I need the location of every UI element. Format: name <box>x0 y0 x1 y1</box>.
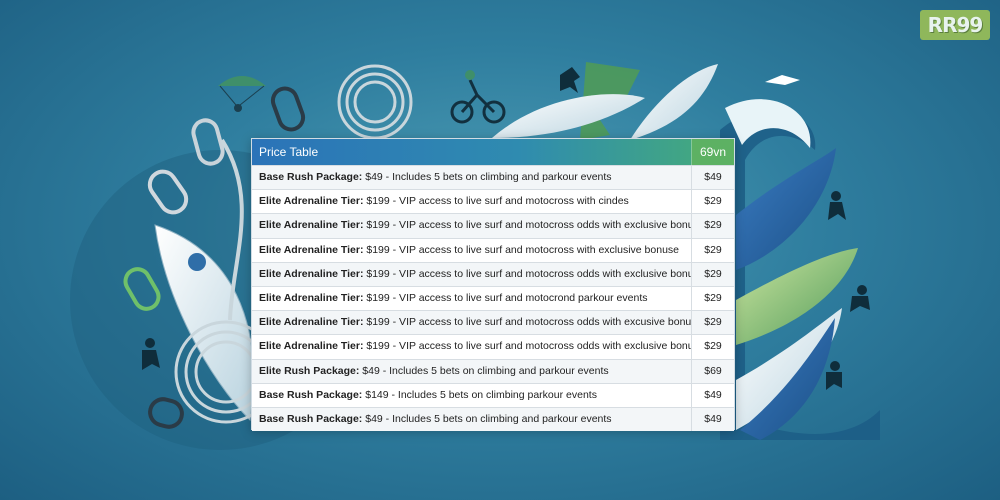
package-name: Elite Adrenaline Tier: <box>259 316 364 329</box>
package-description: Elite Adrenaline Tier: $199 - VIP access… <box>252 190 691 213</box>
surfboard-logo-icon <box>188 253 206 271</box>
brand-logo[interactable]: RR99 <box>920 10 990 40</box>
package-details: $199 - VIP access to live surf and motoc… <box>363 316 691 329</box>
table-row: Elite Adrenaline Tier: $199 - VIP access… <box>252 237 734 262</box>
package-details: $199 - VIP access to live surf and motoc… <box>363 267 691 280</box>
package-price: $29 <box>691 238 734 262</box>
package-details: $49 - Includes 5 bets on climbing and pa… <box>362 171 612 183</box>
table-row: Elite Adrenaline Tier: $199 - VIP access… <box>252 261 734 286</box>
package-description: Base Rush Package: $149 - Includes 5 bet… <box>252 384 691 407</box>
package-name: Elite Adrenaline Tier: <box>259 243 364 256</box>
package-description: Elite Adrenaline Tier: $199 - VIP access… <box>252 263 691 286</box>
surfboard-icon <box>492 94 645 138</box>
package-price: $49 <box>691 166 734 190</box>
package-price: $49 <box>691 383 734 407</box>
table-row: Elite Adrenaline Tier: $199 - VIP access… <box>252 310 734 335</box>
table-header: Price Table 69vn <box>252 139 734 165</box>
package-details: $199 - VIP access to live surf and motoc… <box>363 291 648 304</box>
package-description: Base Rush Package: $49 - Includes 5 bets… <box>252 408 691 431</box>
package-price: $29 <box>691 311 734 335</box>
package-details: $199 - VIP access to live surf and motoc… <box>363 243 679 256</box>
skydiver-icon <box>560 67 580 93</box>
package-description: Elite Adrenaline Tier: $199 - VIP access… <box>252 287 691 310</box>
package-price: $29 <box>691 335 734 359</box>
package-description: Elite Adrenaline Tier: $199 - VIP access… <box>252 214 691 237</box>
package-name: Elite Adrenaline Tier: <box>259 195 364 208</box>
cyclist-icon <box>450 70 506 124</box>
package-name: Base Rush Package: <box>259 171 363 183</box>
package-name: Elite Adrenaline Tier: <box>259 340 364 353</box>
surfboard-icon <box>736 148 836 270</box>
table-row: Elite Rush Package: $49 - Includes 5 bet… <box>252 358 734 383</box>
table-row: Elite Adrenaline Tier: $199 - VIP access… <box>252 285 734 311</box>
price-table: Price Table 69vn Base Rush Package: $49 … <box>251 138 735 432</box>
package-price: $49 <box>691 407 734 432</box>
bird-icon <box>765 75 800 85</box>
package-price: $29 <box>691 190 734 214</box>
package-details: $49 - Includes 5 bets on climbing and pa… <box>362 412 612 425</box>
package-price: $29 <box>691 214 734 238</box>
package-description: Elite Adrenaline Tier: $199 - VIP access… <box>252 335 691 358</box>
table-row: Elite Adrenaline Tier: $199 - VIP access… <box>252 334 734 359</box>
parachute-icon <box>218 76 266 112</box>
package-name: Elite Adrenaline Tier: <box>259 267 364 280</box>
package-description: Base Rush Package: $49 - Includes 5 bets… <box>252 166 691 189</box>
climber-icon <box>826 191 870 390</box>
package-name: Elite Adrenaline Tier: <box>259 219 364 232</box>
package-price: $29 <box>691 286 734 311</box>
package-name: Base Rush Package: <box>259 388 363 401</box>
package-name: Elite Rush Package: <box>259 364 360 377</box>
package-details: $49 - Includes 5 bets on climbing and pa… <box>359 364 609 377</box>
package-price: $69 <box>691 359 734 383</box>
package-details: $149 - Includes 5 bets on climbing parko… <box>362 388 597 401</box>
package-description: Elite Adrenaline Tier: $199 - VIP access… <box>252 239 691 262</box>
package-description: Elite Adrenaline Tier: $199 - VIP access… <box>252 311 691 334</box>
price-column-header: 69vn <box>691 139 734 165</box>
table-row: Base Rush Package: $149 - Includes 5 bet… <box>252 382 734 407</box>
table-row: Base Rush Package: $49 - Includes 5 bets… <box>252 406 734 432</box>
package-description: Elite Rush Package: $49 - Includes 5 bet… <box>252 360 691 383</box>
table-row: Elite Adrenaline Tier: $199 - VIP access… <box>252 213 734 238</box>
table-row: Elite Adrenaline Tier: $199 - VIP access… <box>252 189 734 214</box>
package-details: $199 - VIP access to live surf and motoc… <box>363 340 691 353</box>
package-details: $199 - VIP access to live surf and motoc… <box>363 219 691 232</box>
package-price: $29 <box>691 262 734 286</box>
package-name: Base Rush Package: <box>259 412 363 425</box>
table-row: Base Rush Package: $49 - Includes 5 bets… <box>252 165 734 190</box>
package-name: Elite Adrenaline Tier: <box>259 291 364 304</box>
surfboard-icon <box>630 64 718 140</box>
table-title: Price Table <box>259 145 319 159</box>
surfboard-icon <box>736 248 858 345</box>
package-details: $199 - VIP access to live surf and motoc… <box>363 195 629 208</box>
